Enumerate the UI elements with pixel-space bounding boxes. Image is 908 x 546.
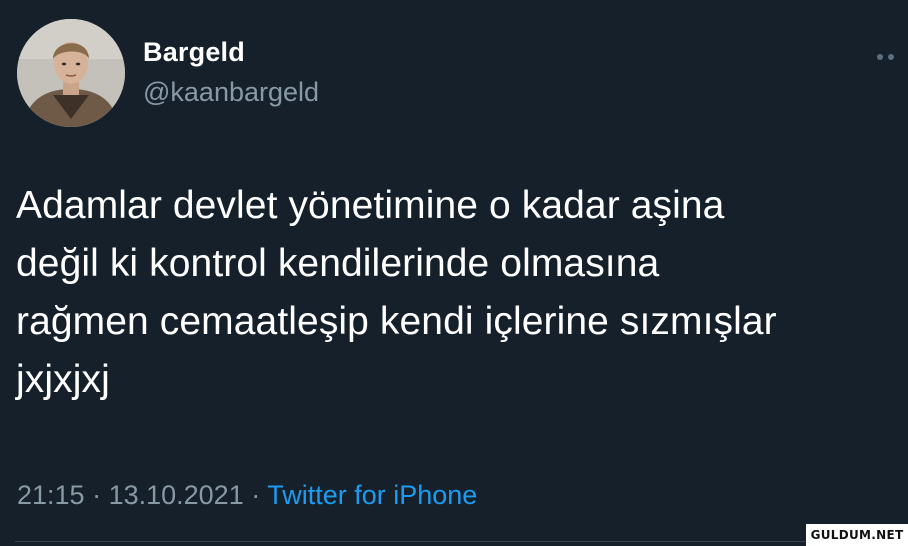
author-name[interactable]: Bargeld [143, 35, 245, 69]
author-handle[interactable]: @kaanbargeld [143, 75, 319, 109]
tweet-text: Adamlar devlet yönetimine o kadar aşina … [16, 184, 777, 401]
more-dot [888, 54, 894, 60]
tweet-card: Bargeld @kaanbargeld Adamlar devlet yöne… [0, 0, 908, 546]
meta-separator: · [243, 480, 268, 510]
watermark: GULDUM.NET [806, 524, 908, 546]
avatar[interactable] [17, 19, 125, 127]
more-dot [877, 54, 883, 60]
tweet-meta: 21:15 · 13.10.2021 · Twitter for iPhone [17, 478, 477, 512]
more-options-icon[interactable] [877, 50, 908, 64]
avatar-photo-icon [17, 19, 125, 127]
tweet-date[interactable]: 13.10.2021 [109, 480, 244, 510]
tweet-source-link[interactable]: Twitter for iPhone [267, 480, 477, 510]
meta-separator: · [84, 480, 109, 510]
divider [15, 541, 908, 542]
tweet-time[interactable]: 21:15 [17, 480, 85, 510]
